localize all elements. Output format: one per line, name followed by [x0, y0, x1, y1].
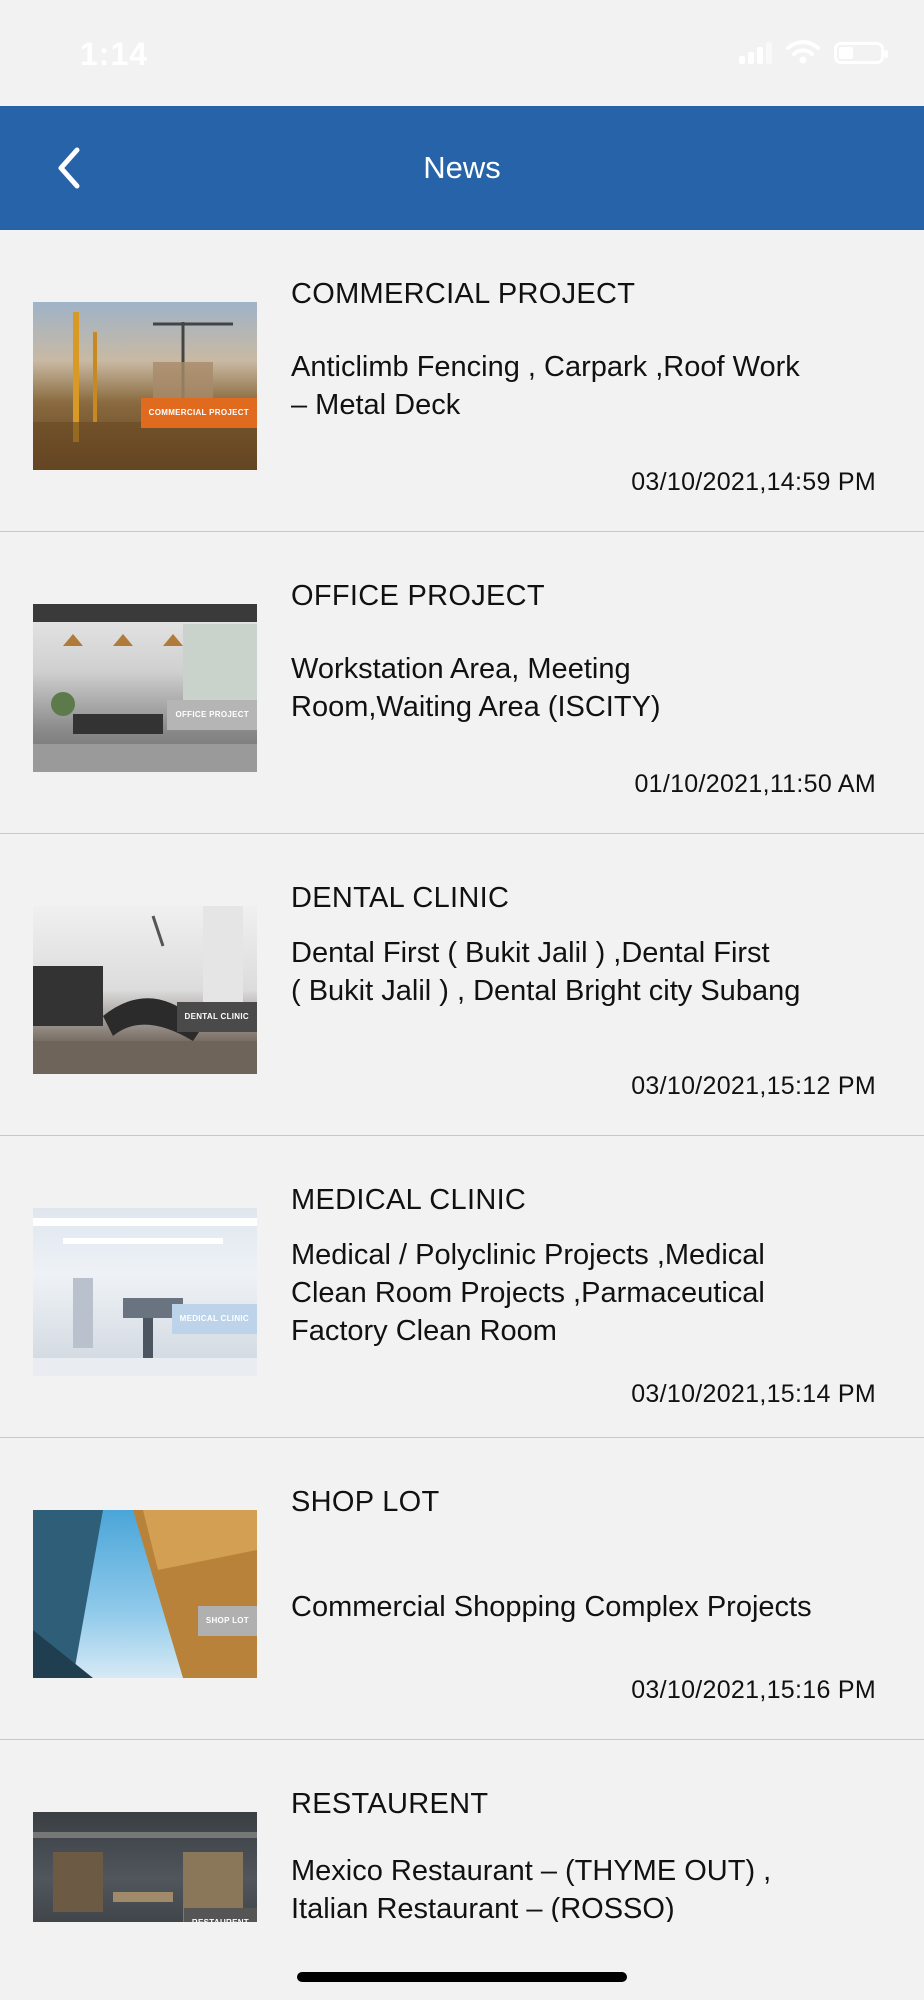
status-icons — [739, 40, 888, 64]
thumbnail-caption: DENTAL CLINIC — [176, 1002, 257, 1032]
news-description: Mexico Restaurant – (THYME OUT) , Italia… — [291, 1855, 772, 1922]
news-description: Commercial Shopping Complex Projects — [291, 1591, 812, 1623]
news-title: DENTAL CLINIC — [291, 882, 510, 914]
thumbnail-caption: COMMERCIAL PROJECT — [140, 398, 257, 428]
news-item-restaurent[interactable]: RESTAURENT RESTAURENT Mexico Restaurant … — [0, 1740, 924, 1922]
news-thumbnail: OFFICE PROJECT — [33, 604, 257, 772]
news-description: Anticlimb Fencing , Carpark ,Roof Work –… — [291, 351, 800, 421]
news-date: 01/10/2021,11:50 AM — [634, 770, 876, 798]
cellular-signal-icon — [739, 42, 772, 64]
page-title: News — [423, 150, 501, 185]
status-bar: 1:14 — [0, 0, 924, 106]
news-item-medical-clinic[interactable]: MEDICAL CLINIC MEDICAL CLINIC Medical / … — [0, 1136, 924, 1438]
news-thumbnail: MEDICAL CLINIC — [33, 1208, 257, 1376]
news-thumbnail: DENTAL CLINIC — [33, 906, 257, 1074]
news-date: 03/10/2021,15:12 PM — [631, 1072, 876, 1100]
news-description: Dental First ( Bukit Jalil ) ,Dental Fir… — [291, 937, 801, 1007]
news-date: 03/10/2021,15:14 PM — [631, 1380, 876, 1408]
news-list[interactable]: COMMERCIAL PROJECT COMMERCIAL PROJECT An… — [0, 230, 924, 1922]
news-title: SHOP LOT — [291, 1486, 440, 1518]
news-title: OFFICE PROJECT — [291, 580, 545, 612]
thumbnail-caption: OFFICE PROJECT — [167, 700, 257, 730]
home-indicator[interactable] — [297, 1972, 627, 1982]
thumbnail-caption: RESTAURENT — [183, 1908, 257, 1922]
wifi-icon — [786, 40, 820, 64]
news-thumbnail: RESTAURENT — [33, 1812, 257, 1922]
thumbnail-caption: SHOP LOT — [197, 1606, 257, 1636]
status-time: 1:14 — [80, 36, 149, 72]
battery-icon — [834, 42, 888, 64]
news-item-commercial-project[interactable]: COMMERCIAL PROJECT COMMERCIAL PROJECT An… — [0, 230, 924, 532]
news-thumbnail: SHOP LOT — [33, 1510, 257, 1678]
news-item-dental-clinic[interactable]: DENTAL CLINIC DENTAL CLINIC Dental First… — [0, 834, 924, 1136]
news-title: COMMERCIAL PROJECT — [291, 278, 636, 310]
navigation-bar: News — [0, 106, 924, 230]
news-title: RESTAURENT — [291, 1788, 489, 1820]
thumbnail-caption: MEDICAL CLINIC — [171, 1304, 257, 1334]
news-description: Workstation Area, Meeting Room,Waiting A… — [291, 653, 661, 723]
news-date: 03/10/2021,15:16 PM — [631, 1676, 876, 1704]
news-date: 03/10/2021,14:59 PM — [631, 468, 876, 496]
news-item-shop-lot[interactable]: SHOP LOT SHOP LOT Commercial Shopping Co… — [0, 1438, 924, 1740]
news-thumbnail: COMMERCIAL PROJECT — [33, 302, 257, 470]
news-item-office-project[interactable]: OFFICE PROJECT OFFICE PROJECT Workstatio… — [0, 532, 924, 834]
news-title: MEDICAL CLINIC — [291, 1184, 527, 1216]
news-description: Medical / Polyclinic Projects ,Medical C… — [291, 1239, 765, 1347]
